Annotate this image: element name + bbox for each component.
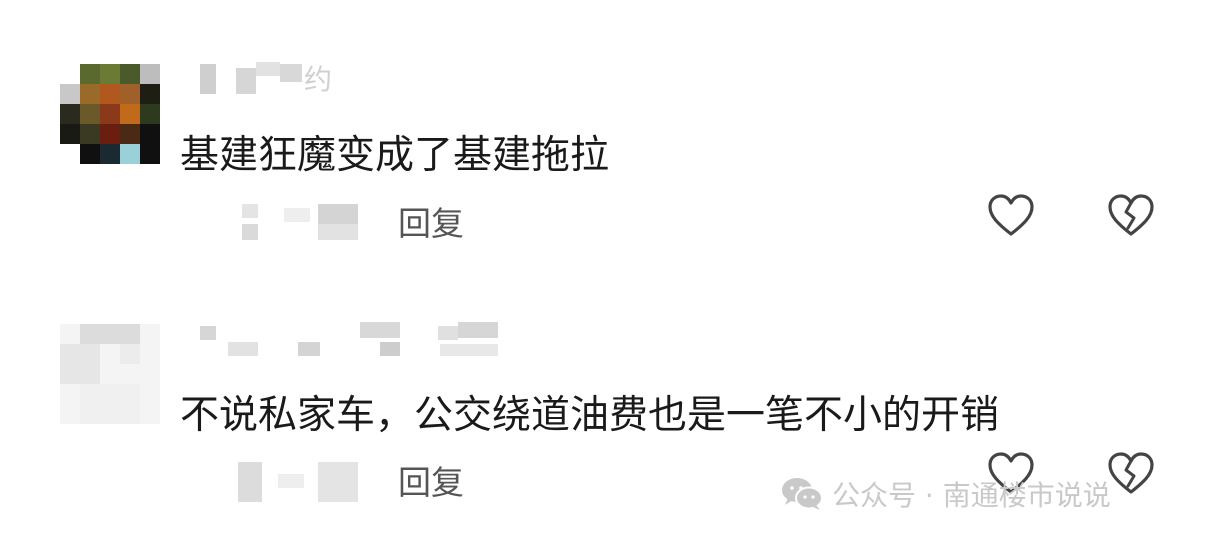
reply-button[interactable]: 回复 xyxy=(398,197,464,245)
comment-meta xyxy=(238,460,368,504)
avatar[interactable] xyxy=(60,64,160,164)
dislike-button[interactable] xyxy=(1106,192,1156,238)
nickname[interactable] xyxy=(198,322,498,358)
nickname[interactable]: 约 xyxy=(198,60,338,96)
watermark-text: 公众号 · 南通楼市说说 xyxy=(832,479,1111,512)
like-button[interactable] xyxy=(986,192,1036,238)
heart-outline-icon xyxy=(988,194,1034,236)
comment-text: 基建狂魔变成了基建拖拉 xyxy=(180,133,610,178)
broken-heart-outline-icon xyxy=(1108,452,1154,494)
wechat-logo-icon xyxy=(780,476,824,512)
dislike-button[interactable] xyxy=(1106,450,1156,496)
comment-text: 不说私家车，公交绕道油费也是一笔不小的开销 xyxy=(180,393,1000,438)
comment-meta xyxy=(238,200,368,244)
reply-button[interactable]: 回复 xyxy=(398,456,464,504)
comment-item: 约 基建狂魔变成了基建拖拉 回复 xyxy=(0,0,1206,270)
avatar[interactable] xyxy=(60,324,160,424)
watermark: 公众号 · 南通楼市说说 xyxy=(780,474,1111,514)
nickname-tail: 约 xyxy=(304,63,333,96)
broken-heart-outline-icon xyxy=(1108,194,1154,236)
